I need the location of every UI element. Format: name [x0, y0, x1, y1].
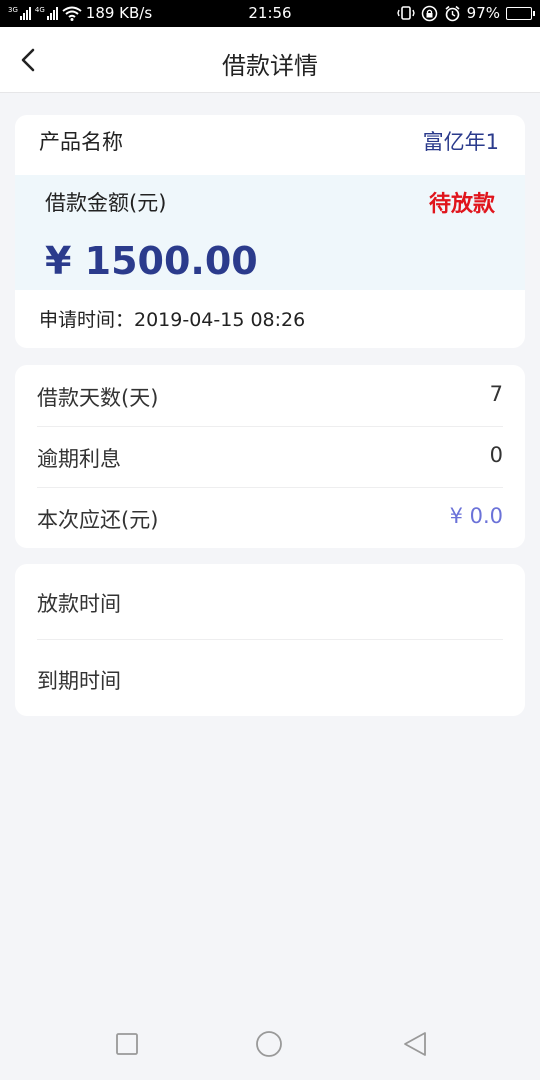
vibrate-icon [396, 6, 415, 20]
product-row: 产品名称 富亿年1 [15, 115, 525, 175]
recent-apps-square-icon[interactable] [113, 1030, 141, 1058]
overdue-interest-label: 逾期利息 [37, 447, 121, 471]
repay-amount-row: 本次应还(元) ¥ 0.0 [37, 487, 503, 548]
back-triangle-icon[interactable] [401, 1030, 429, 1058]
due-time-row: 到期时间 [37, 648, 503, 710]
battery-percent: 97% [466, 4, 500, 22]
loan-summary-card: 产品名称 富亿年1 借款金额(元) 待放款 ¥ 1500.00 申请时间：201… [15, 115, 525, 348]
amount-label: 借款金额(元) [45, 191, 167, 215]
apply-time: 申请时间：2019-04-15 08:26 [39, 309, 306, 331]
status-badge: 待放款 [428, 192, 495, 217]
repay-amount-label: 本次应还(元) [37, 508, 159, 532]
system-nav-bar [0, 1004, 540, 1080]
alarm-icon [445, 5, 460, 21]
loan-details-card: 借款天数(天) 7 逾期利息 0 本次应还(元) ¥ 0.0 [15, 365, 525, 548]
overdue-interest-row: 逾期利息 0 [37, 426, 503, 488]
amount-box: 借款金额(元) 待放款 ¥ 1500.00 [15, 175, 525, 290]
loan-days-value: 7 [489, 382, 503, 406]
overdue-interest-value: 0 [489, 443, 503, 467]
battery-icon [506, 6, 535, 20]
status-right: 97% [396, 4, 535, 22]
disburse-time-label: 放款时间 [37, 592, 121, 616]
loan-amount: ¥ 1500.00 [45, 239, 258, 283]
due-time-label: 到期时间 [37, 669, 121, 693]
product-value: 富亿年1 [422, 130, 499, 154]
loan-days-row: 借款天数(天) 7 [37, 365, 503, 427]
loan-times-card: 放款时间 到期时间 [15, 564, 525, 716]
repay-amount-value: ¥ 0.0 [449, 504, 503, 528]
top-navbar: 借款详情 [0, 27, 540, 93]
divider [37, 639, 503, 640]
product-label: 产品名称 [39, 130, 123, 154]
status-bar: 3G 4G 189 KB/s 21:56 97% [0, 0, 540, 27]
lock-rotation-icon [421, 5, 437, 21]
disburse-time-row: 放款时间 [37, 571, 503, 633]
home-circle-icon[interactable] [255, 1030, 283, 1058]
loan-days-label: 借款天数(天) [37, 386, 159, 410]
page-title: 借款详情 [222, 52, 318, 80]
